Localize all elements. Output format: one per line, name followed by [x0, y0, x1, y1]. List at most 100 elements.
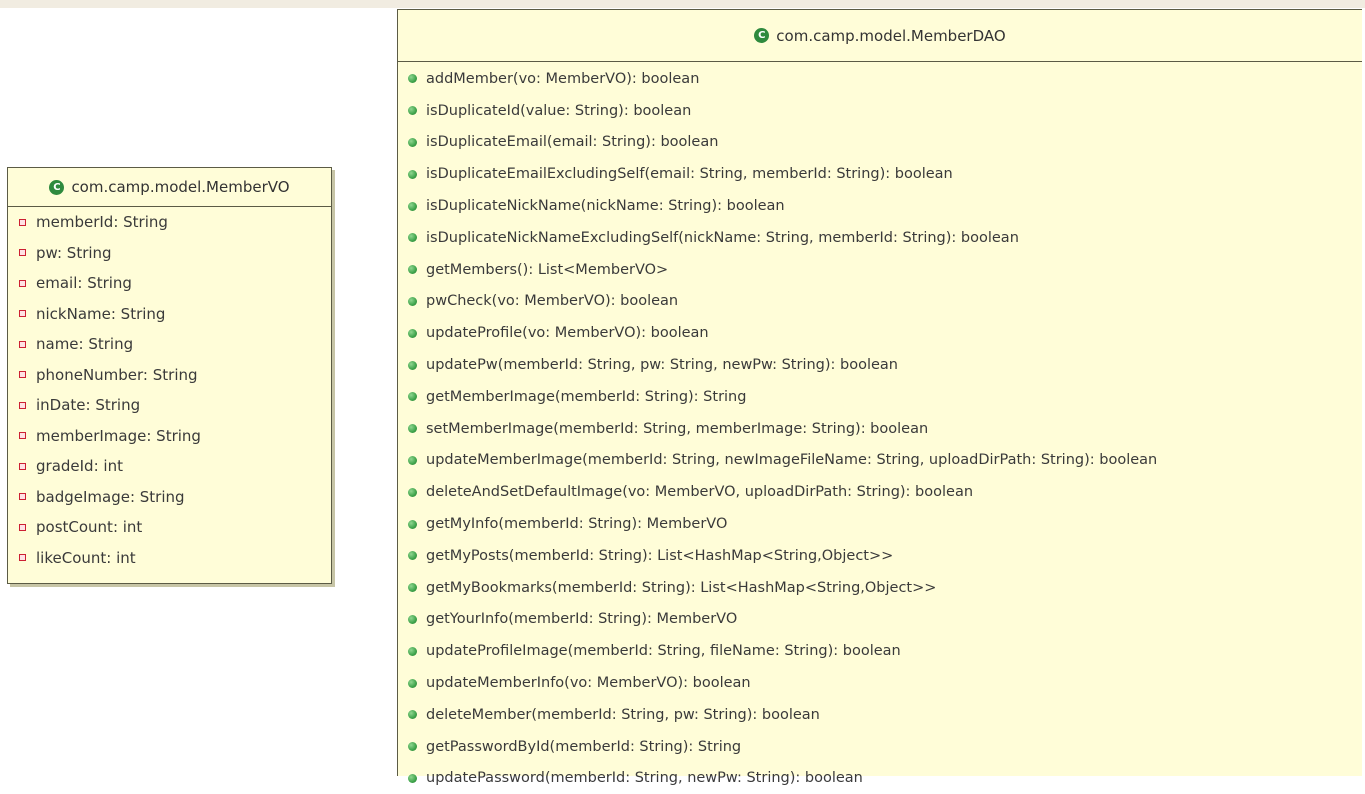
- method-row[interactable]: updatePassword(memberId: String, newPw: …: [398, 763, 1362, 794]
- private-field-icon: [19, 279, 26, 287]
- field-label: inDate: String: [36, 396, 141, 415]
- field-list: memberId: String pw: String email: String n…: [8, 207, 331, 573]
- method-label: setMemberImage(memberId: String, memberI…: [426, 420, 929, 437]
- method-label: updateMemberInfo(vo: MemberVO): boolean: [426, 675, 751, 692]
- method-row[interactable]: deleteAndSetDefaultImage(vo: MemberVO, u…: [398, 476, 1362, 508]
- field-row[interactable]: postCount: int: [8, 512, 331, 543]
- method-label: getMyBookmarks(memberId: String): List<H…: [426, 579, 937, 596]
- method-label: isDuplicateNickName(nickName: String): b…: [426, 198, 785, 215]
- method-label: getMyInfo(memberId: String): MemberVO: [426, 516, 728, 533]
- field-row[interactable]: pw: String: [8, 238, 331, 269]
- field-label: gradeId: int: [36, 457, 123, 476]
- method-row[interactable]: isDuplicateEmail(email: String): boolean: [398, 127, 1362, 159]
- field-label: email: String: [36, 274, 132, 293]
- class-header: C com.camp.model.MemberVO: [8, 168, 331, 207]
- public-method-icon: [408, 742, 417, 752]
- public-method-icon: [408, 614, 417, 624]
- method-label: getMemberImage(memberId: String): String: [426, 388, 747, 405]
- class-name: com.camp.model.MemberDAO: [776, 26, 1006, 45]
- public-method-icon: [408, 328, 417, 338]
- private-field-icon: [19, 554, 26, 562]
- class-box-memberdao[interactable]: C com.camp.model.MemberDAO addMember(vo:…: [397, 9, 1362, 786]
- method-row[interactable]: isDuplicateNickName(nickName: String): b…: [398, 190, 1362, 222]
- field-row[interactable]: name: String: [8, 329, 331, 360]
- field-row[interactable]: nickName: String: [8, 299, 331, 330]
- method-label: addMember(vo: MemberVO): boolean: [426, 70, 700, 87]
- method-label: updatePassword(memberId: String, newPw: …: [426, 770, 863, 787]
- public-method-icon: [408, 455, 417, 465]
- method-label: updatePw(memberId: String, pw: String, n…: [426, 357, 899, 374]
- method-label: getPasswordById(memberId: String): Strin…: [426, 738, 742, 755]
- public-method-icon: [408, 646, 417, 656]
- method-label: updateProfile(vo: MemberVO): boolean: [426, 325, 709, 342]
- field-label: pw: String: [36, 243, 112, 262]
- method-row[interactable]: updateMemberImage(memberId: String, newI…: [398, 445, 1362, 477]
- public-method-icon: [408, 296, 417, 306]
- public-method-icon: [408, 710, 417, 720]
- method-row[interactable]: getMyInfo(memberId: String): MemberVO: [398, 508, 1362, 540]
- field-label: badgeImage: String: [36, 487, 185, 506]
- field-label: nickName: String: [36, 304, 166, 323]
- method-row[interactable]: getMembers(): List<MemberVO>: [398, 254, 1362, 286]
- class-box-membervo[interactable]: C com.camp.model.MemberVO memberId: Stri…: [7, 167, 332, 584]
- method-row[interactable]: updatePw(memberId: String, pw: String, n…: [398, 349, 1362, 381]
- field-row[interactable]: gradeId: int: [8, 451, 331, 482]
- public-method-icon: [408, 519, 417, 529]
- method-row[interactable]: getMyBookmarks(memberId: String): List<H…: [398, 572, 1362, 604]
- public-method-icon: [408, 487, 417, 497]
- method-label: isDuplicateId(value: String): boolean: [426, 102, 692, 119]
- public-method-icon: [408, 106, 417, 116]
- field-row[interactable]: badgeImage: String: [8, 482, 331, 513]
- method-row[interactable]: getYourInfo(memberId: String): MemberVO: [398, 604, 1362, 636]
- field-label: likeCount: int: [36, 548, 136, 567]
- class-icon: C: [754, 28, 770, 43]
- public-method-icon: [408, 583, 417, 593]
- public-method-icon: [408, 265, 417, 275]
- method-row[interactable]: deleteMember(memberId: String, pw: Strin…: [398, 699, 1362, 731]
- private-field-icon: [19, 249, 26, 257]
- method-row[interactable]: updateMemberInfo(vo: MemberVO): boolean: [398, 667, 1362, 699]
- method-row[interactable]: getMyPosts(memberId: String): List<HashM…: [398, 540, 1362, 572]
- public-method-icon: [408, 424, 417, 434]
- field-label: memberId: String: [36, 213, 168, 232]
- method-row[interactable]: isDuplicateEmailExcludingSelf(email: Str…: [398, 158, 1362, 190]
- field-row[interactable]: memberImage: String: [8, 421, 331, 452]
- method-row[interactable]: addMember(vo: MemberVO): boolean: [398, 63, 1362, 95]
- method-row[interactable]: pwCheck(vo: MemberVO): boolean: [398, 286, 1362, 318]
- class-name: com.camp.model.MemberVO: [71, 178, 290, 196]
- field-row[interactable]: memberId: String: [8, 207, 331, 238]
- public-method-icon: [408, 74, 417, 84]
- method-label: updateMemberImage(memberId: String, newI…: [426, 452, 1158, 469]
- public-method-icon: [408, 360, 417, 370]
- private-field-icon: [19, 371, 26, 379]
- public-method-icon: [408, 392, 417, 402]
- method-label: isDuplicateNickNameExcludingSelf(nickNam…: [426, 229, 1019, 246]
- method-label: getMembers(): List<MemberVO>: [426, 261, 669, 278]
- method-row[interactable]: setMemberImage(memberId: String, memberI…: [398, 413, 1362, 445]
- method-label: deleteAndSetDefaultImage(vo: MemberVO, u…: [426, 484, 974, 501]
- method-row[interactable]: updateProfileImage(memberId: String, fil…: [398, 635, 1362, 667]
- field-row[interactable]: inDate: String: [8, 390, 331, 421]
- field-row[interactable]: email: String: [8, 268, 331, 299]
- field-row[interactable]: phoneNumber: String: [8, 360, 331, 391]
- public-method-icon: [408, 233, 417, 243]
- public-method-icon: [408, 773, 417, 783]
- method-label: pwCheck(vo: MemberVO): boolean: [426, 293, 679, 310]
- private-field-icon: [19, 462, 26, 470]
- method-row[interactable]: getMemberImage(memberId: String): String: [398, 381, 1362, 413]
- field-row[interactable]: likeCount: int: [8, 543, 331, 574]
- method-row[interactable]: getPasswordById(memberId: String): Strin…: [398, 731, 1362, 763]
- method-row[interactable]: isDuplicateId(value: String): boolean: [398, 95, 1362, 127]
- field-label: phoneNumber: String: [36, 365, 198, 384]
- method-label: isDuplicateEmail(email: String): boolean: [426, 134, 719, 151]
- method-row[interactable]: isDuplicateNickNameExcludingSelf(nickNam…: [398, 222, 1362, 254]
- method-label: updateProfileImage(memberId: String, fil…: [426, 643, 901, 660]
- field-label: name: String: [36, 335, 134, 354]
- private-field-icon: [19, 401, 26, 409]
- class-icon: C: [49, 179, 65, 195]
- method-row[interactable]: updateProfile(vo: MemberVO): boolean: [398, 317, 1362, 349]
- background-strip: [0, 0, 1365, 8]
- method-label: getMyPosts(memberId: String): List<HashM…: [426, 547, 894, 564]
- public-method-icon: [408, 137, 417, 147]
- private-field-icon: [19, 523, 26, 531]
